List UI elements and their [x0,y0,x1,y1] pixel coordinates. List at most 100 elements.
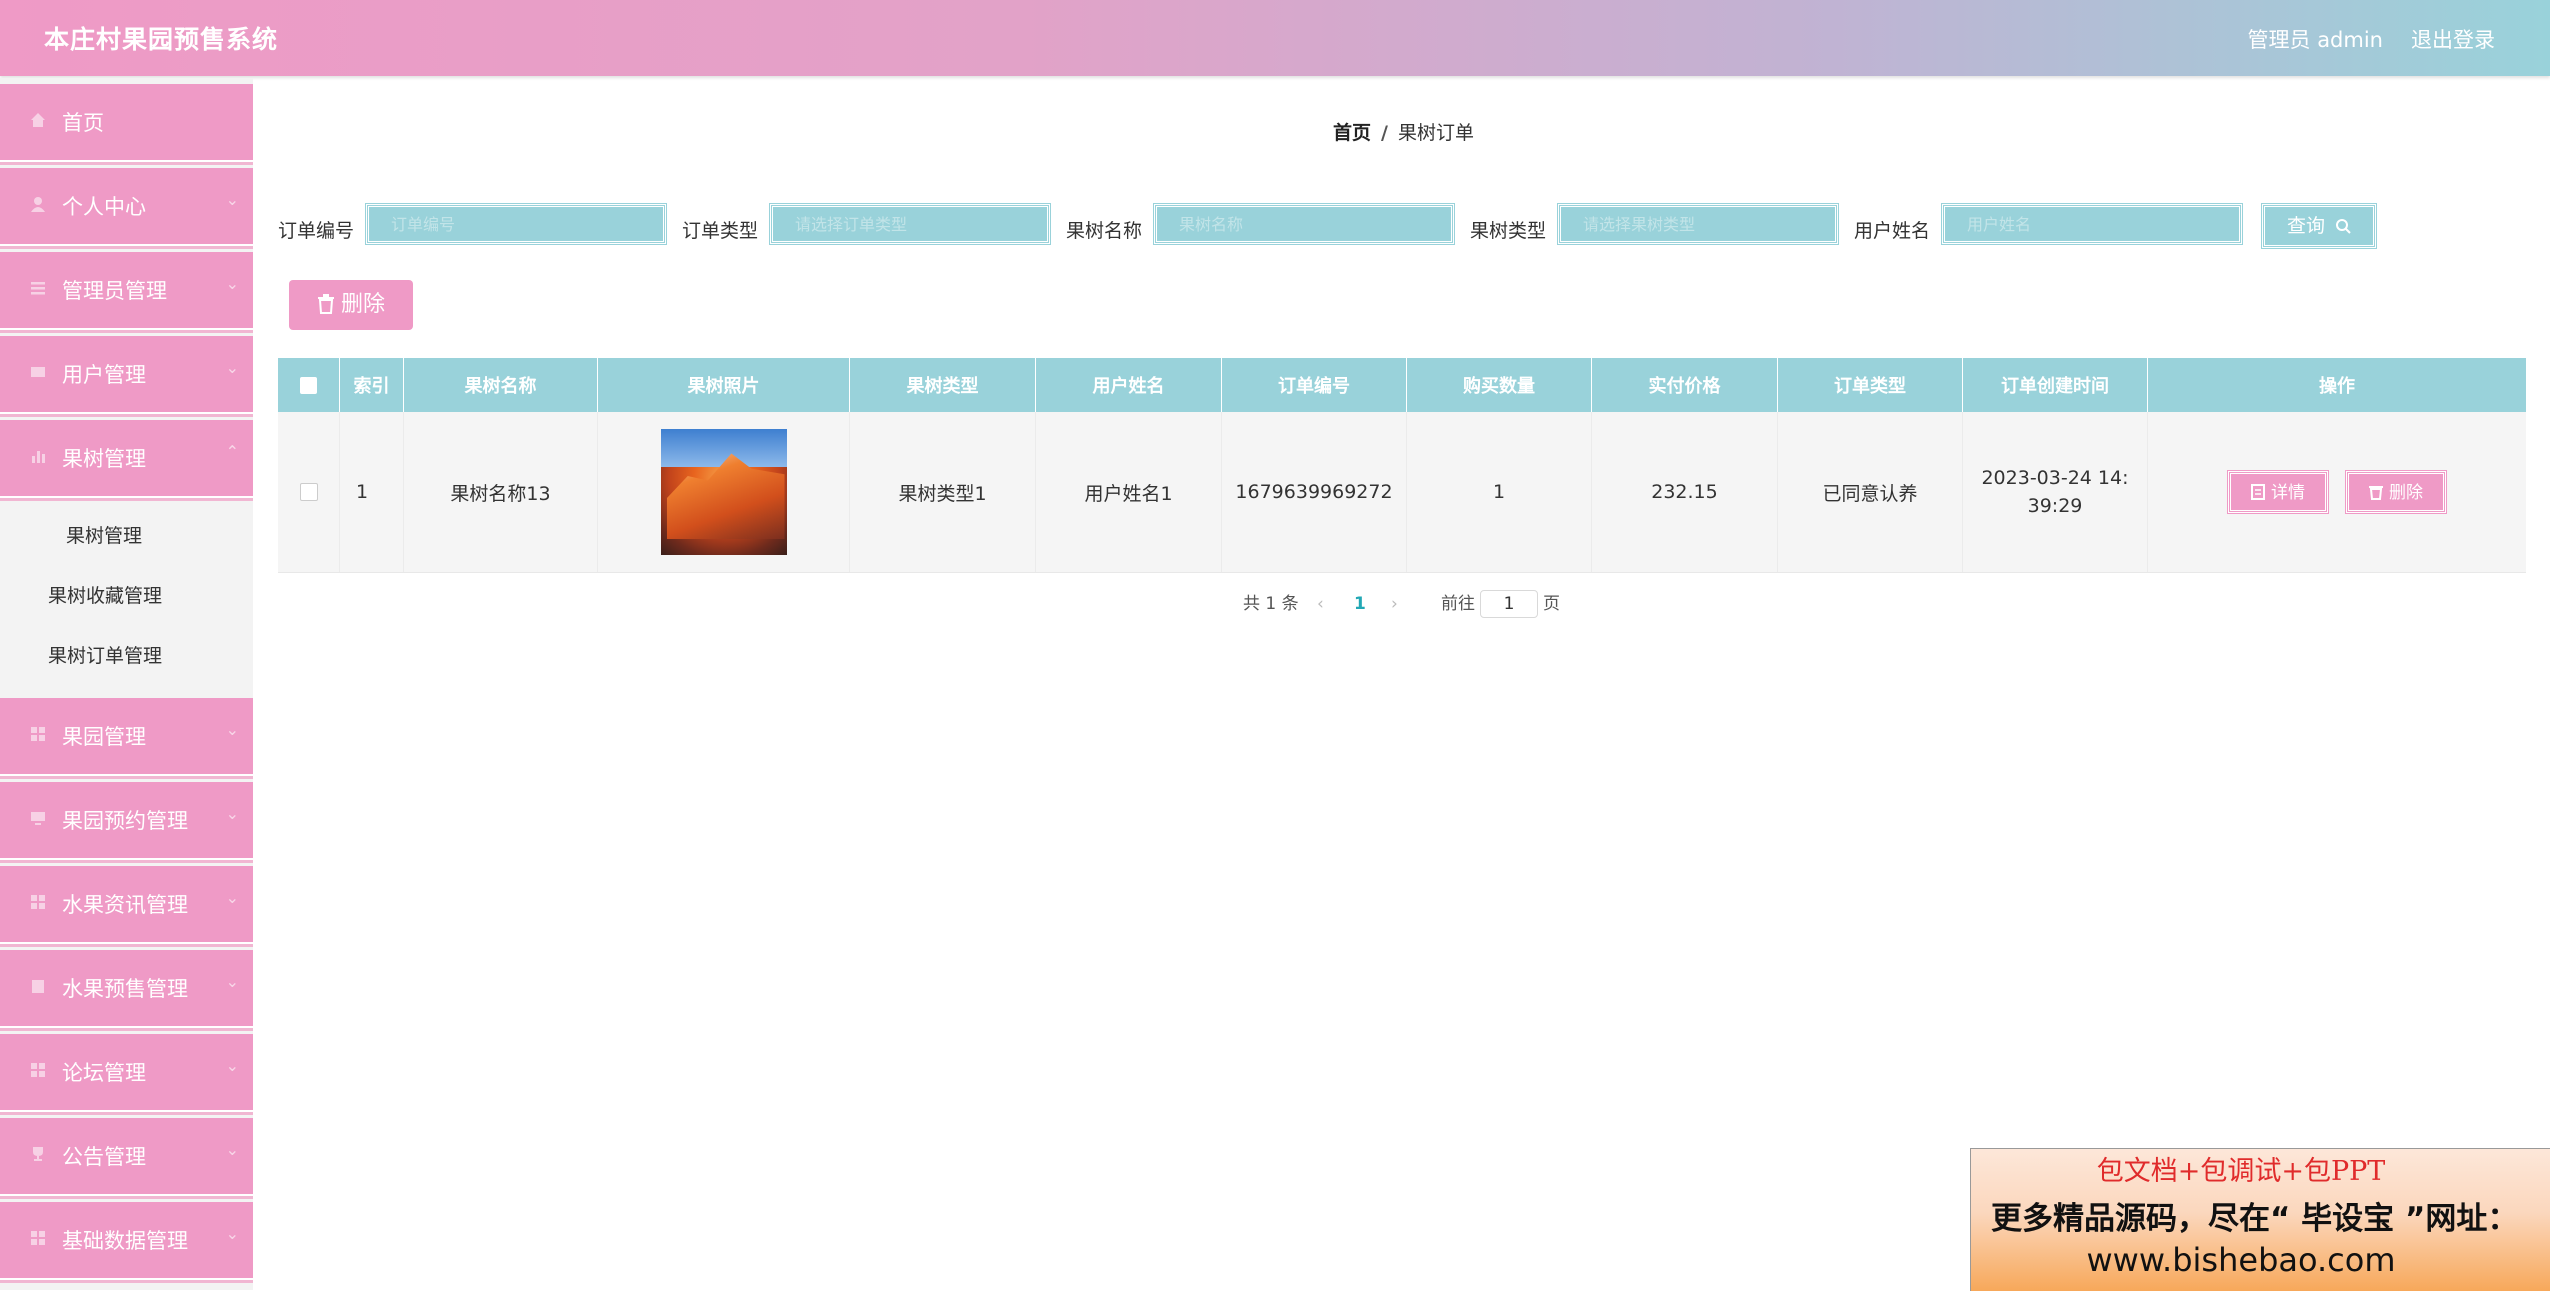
list-icon [31,282,45,295]
sidebar-item-fruit-trees[interactable]: 果树管理 ⌃ [0,420,253,498]
sidebar-item-notice[interactable]: 公告管理 ⌄ [0,1118,253,1196]
next-page-icon[interactable]: › [1391,590,1398,618]
order-no-label: 订单编号 [278,220,355,242]
sidebar-item-label: 管理员管理 [62,279,167,303]
column-header: 索引 [340,358,404,412]
sidebar-item-forum[interactable]: 论坛管理 ⌄ [0,1034,253,1112]
row-select-cell [278,412,340,572]
submenu-item-tree-manage[interactable]: 果树管理 [0,506,253,566]
actions-cell: 详情 删除 [2148,412,2526,572]
chevron-down-icon: ⌄ [225,1140,239,1159]
sidebar-item-label: 基础数据管理 [62,1229,188,1253]
column-header: 购买数量 [1407,358,1592,412]
app-title: 本庄村果园预售系统 [44,25,279,54]
sidebar-item-label: 公告管理 [62,1145,146,1169]
chevron-down-icon: ⌄ [225,190,239,209]
breadcrumb-current: 果树订单 [1397,122,1474,144]
page-jump-input[interactable]: 1 [1480,590,1538,618]
monitor-icon [31,812,45,825]
page-number[interactable]: 1 [1354,590,1366,618]
column-header: 订单编号 [1222,358,1407,412]
row-checkbox[interactable] [299,483,318,501]
chevron-down-icon: ⌄ [225,1056,239,1075]
tree-type-label: 果树类型 [1470,220,1547,242]
detail-button[interactable]: 详情 [2227,470,2329,514]
price-cell: 232.15 [1592,412,1778,572]
sidebar-item-base-data[interactable]: 基础数据管理 ⌄ [0,1202,253,1280]
trash-icon [2369,486,2383,500]
orders-table: 索引 果树名称 果树照片 果树类型 用户姓名 订单编号 购买数量 实付价格 订单… [278,358,2526,573]
column-header: 果树名称 [404,358,598,412]
order-no-input[interactable]: 订单编号 [365,203,667,245]
grid-icon [31,1063,45,1077]
photo-cell [598,412,850,572]
batch-delete-label: 删除 [340,292,385,317]
select-all-cell [278,358,340,412]
sidebar-item-fruit-presale[interactable]: 水果预售管理 ⌄ [0,950,253,1028]
tree-name-input[interactable]: 果树名称 [1153,203,1455,245]
breadcrumb-home[interactable]: 首页 [1333,122,1371,144]
promo-url[interactable]: www.bishebao.com [1971,1241,2511,1279]
quantity-cell: 1 [1407,412,1592,572]
chevron-down-icon: ⌄ [225,972,239,991]
tree-type-cell: 果树类型1 [850,412,1036,572]
goto-label: 前往 [1441,594,1475,614]
bar-chart-icon [32,451,45,463]
id-card-icon [31,367,45,377]
order-type-select[interactable]: 请选择订单类型 [769,203,1051,245]
tree-type-select[interactable]: 请选择果树类型 [1557,203,1839,245]
page-suffix: 页 [1543,594,1560,614]
sidebar-item-home[interactable]: 首页 [0,84,253,162]
chevron-up-icon: ⌃ [225,442,239,461]
column-header: 订单创建时间 [1963,358,2148,412]
sidebar-item-profile[interactable]: 个人中心 ⌄ [0,168,253,246]
batch-delete-button[interactable]: 删除 [289,280,413,330]
column-header: 订单类型 [1778,358,1963,412]
sidebar-item-orchard[interactable]: 果园管理 ⌄ [0,698,253,776]
grid-icon [31,1231,45,1245]
search-button-label: 查询 [2286,215,2325,237]
submenu-item-tree-orders[interactable]: 果树订单管理 [0,626,253,686]
column-header: 果树类型 [850,358,1036,412]
home-icon [31,113,45,127]
table-header: 索引 果树名称 果树照片 果树类型 用户姓名 订单编号 购买数量 实付价格 订单… [278,358,2526,412]
document-icon [2251,484,2265,500]
row-delete-button[interactable]: 删除 [2345,470,2447,514]
select-all-checkbox[interactable] [300,376,317,394]
sidebar-item-label: 果园预约管理 [62,809,188,833]
tree-photo [660,429,787,555]
prev-page-icon[interactable]: ‹ [1317,590,1324,618]
order-type-cell: 已同意认养 [1778,412,1963,572]
top-header: 本庄村果园预售系统 管理员 admin 退出登录 [0,0,2550,76]
sidebar-item-admin[interactable]: 管理员管理 ⌄ [0,252,253,330]
submenu-item-tree-favorites[interactable]: 果树收藏管理 [0,566,253,626]
sidebar: 首页 个人中心 ⌄ 管理员管理 ⌄ 用户管理 ⌄ 果树管理 ⌃ 果树管理 果树收… [0,78,253,1290]
logout-link[interactable]: 退出登录 [2411,24,2495,54]
chevron-down-icon: ⌄ [225,720,239,739]
breadcrumb: 首页 / 果树订单 [1333,118,1474,145]
column-header: 操作 [2319,376,2355,397]
sidebar-item-label: 用户管理 [62,363,146,387]
table-row: 1 果树名称13 果树类型1 用户姓名1 1679639969272 1 232… [278,412,2526,573]
submenu: 果树管理 果树收藏管理 果树订单管理 [0,498,253,692]
tree-name-label: 果树名称 [1066,220,1143,242]
user-name-label: 用户姓名 [1854,220,1931,242]
user-name-input[interactable]: 用户姓名 [1941,203,2243,245]
grid-icon [31,895,45,909]
clipboard-icon [32,980,44,993]
chevron-down-icon: ⌄ [225,358,239,377]
search-button[interactable]: 查询 [2261,203,2377,249]
row-delete-label: 删除 [2389,483,2423,503]
sidebar-item-label: 水果预售管理 [62,977,188,1001]
sidebar-item-label: 果园管理 [62,725,146,749]
sidebar-item-orchard-booking[interactable]: 果园预约管理 ⌄ [0,782,253,860]
chevron-down-icon: ⌄ [225,1224,239,1243]
search-icon [2336,219,2351,234]
order-no-cell: 1679639969272 [1222,412,1407,572]
promo-banner: 包文档+包调试+包PPT 更多精品源码，尽在“ 毕设宝 ”网址： www.bis… [1970,1148,2550,1291]
sidebar-item-users[interactable]: 用户管理 ⌄ [0,336,253,414]
chevron-down-icon: ⌄ [225,274,239,293]
sidebar-item-fruit-news[interactable]: 水果资讯管理 ⌄ [0,866,253,944]
column-header: 实付价格 [1592,358,1778,412]
sidebar-item-label: 个人中心 [62,195,146,219]
